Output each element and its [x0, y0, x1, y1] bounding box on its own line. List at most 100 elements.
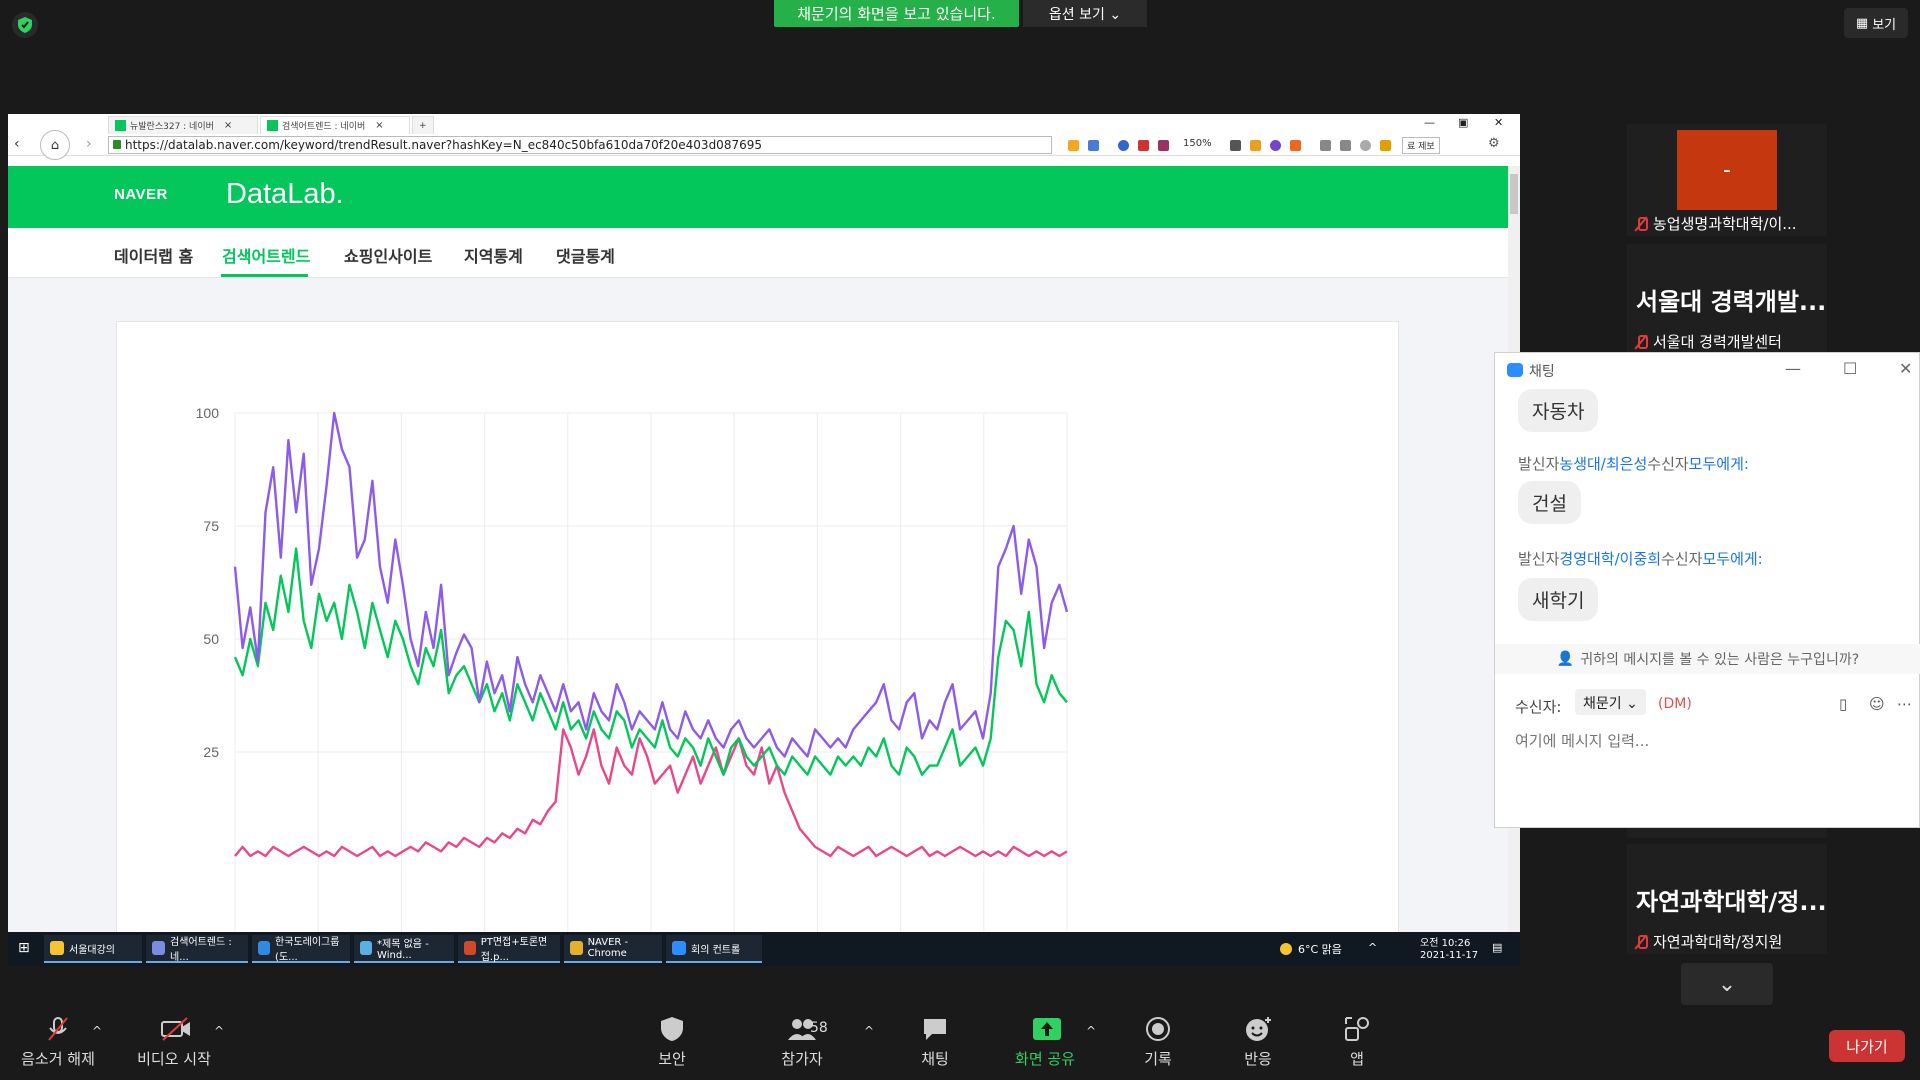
security-button[interactable]: 보안 [622, 1016, 722, 1069]
view-layout-button[interactable]: ▦ 보기 [1844, 8, 1908, 38]
tab-label: 뉴발란스327 : 네이버 [130, 122, 214, 132]
taskbar-app-label: *제목 없음 - Wind... [377, 939, 429, 961]
close-tab-icon[interactable]: × [224, 120, 232, 131]
chat-close-icon[interactable]: ✕ [1899, 359, 1912, 378]
gallery-scroll-down-button[interactable]: ⌄ [1681, 963, 1773, 1005]
extension-icon[interactable] [1088, 140, 1099, 151]
taskbar-app-label: 서울대강의 [69, 944, 115, 956]
notification-icon[interactable]: ▤ [1492, 941, 1502, 954]
taskbar-app-item[interactable]: *제목 없음 - Wind... [354, 935, 454, 963]
taskbar-app-label: 검색어트렌드 : 네... [170, 937, 232, 963]
address-bar[interactable]: https://datalab.naver.com/keyword/trendR… [108, 136, 1052, 154]
adblock-icon[interactable] [1270, 140, 1281, 151]
report-button[interactable]: 료 제보 [1402, 137, 1440, 154]
minimize-icon[interactable]: — [1424, 116, 1435, 129]
home-icon[interactable]: ⌂ [40, 130, 70, 160]
share-screen-button[interactable]: 화면 공유 [995, 1016, 1095, 1069]
taskbar-app-item[interactable]: 한국도레이그룹(도... [252, 935, 350, 963]
participant-tile[interactable]: 서울대 경력개발... 서울대 경력개발센터 [1627, 244, 1827, 354]
security-shield-icon[interactable] [12, 12, 38, 38]
share-options-caret[interactable]: ^ [1086, 1024, 1096, 1038]
app-icon [152, 941, 166, 955]
clock-time[interactable]: 오전 10:26 [1420, 934, 1470, 949]
browser-tabstrip: 뉴발란스327 : 네이버 × 검색어트렌드 : 네이버 × + — ▣ ✕ [8, 114, 1520, 134]
video-off-icon [161, 1016, 190, 1042]
new-tab-button[interactable]: + [412, 116, 434, 134]
file-attach-icon[interactable]: ▯ [1839, 695, 1847, 713]
mic-muted-icon [1635, 334, 1648, 349]
browser-tab[interactable]: 뉴발란스327 : 네이버 × [108, 116, 258, 134]
taskbar-app-item[interactable]: 회의 컨트롤 [666, 935, 762, 963]
bookmark-star-icon[interactable] [1068, 140, 1079, 151]
browser-tab-active[interactable]: 검색어트렌드 : 네이버 × [260, 116, 410, 134]
save-icon[interactable] [1230, 140, 1241, 151]
chat-button[interactable]: 채팅 [885, 1016, 985, 1069]
apps-button[interactable]: 앱 [1307, 1016, 1407, 1069]
chat-message-input[interactable] [1515, 729, 1895, 753]
tab-label: 검색어트렌드 : 네이버 [282, 122, 366, 132]
nav-search-trend[interactable]: 검색어트렌드 [222, 243, 310, 267]
participant-count: 58 [810, 1020, 828, 1036]
more-options-icon[interactable]: ⋯ [1897, 695, 1912, 713]
windows-start-icon[interactable]: ⊞ [18, 940, 30, 956]
back-icon[interactable]: ‹ [14, 136, 20, 152]
close-window-icon[interactable]: ✕ [1494, 116, 1503, 129]
bookmark-icon[interactable] [1158, 140, 1169, 151]
nav-comment-stats[interactable]: 댓글통계 [556, 243, 615, 267]
screen-icon[interactable] [1320, 140, 1331, 151]
brush-icon[interactable] [1290, 140, 1301, 151]
chat-maximize-icon[interactable]: ☐ [1843, 359, 1857, 378]
settings-gear-icon[interactable]: ⚙ [1488, 136, 1500, 151]
chat-privacy-notice[interactable]: 👤 귀하의 메시지를 볼 수 있는 사람은 누구입니까? [1495, 644, 1920, 674]
nav-datalab-home[interactable]: 데이터랩 홈 [114, 243, 193, 267]
record-button[interactable]: 기록 [1108, 1016, 1208, 1069]
clock-date[interactable]: 2021-11-17 [1420, 950, 1478, 961]
participant-name: 서울대 경력개발센터 [1635, 331, 1782, 352]
view-options-button[interactable]: 옵션 보기 ⌄ [1023, 0, 1147, 27]
reactions-button[interactable]: 반응 [1208, 1016, 1308, 1069]
shared-browser-window: 뉴발란스327 : 네이버 × 검색어트렌드 : 네이버 × + — ▣ ✕ ‹… [8, 114, 1520, 966]
taskbar-app-item[interactable]: 서울대강의 [44, 935, 142, 963]
participants-options-caret[interactable]: ^ [864, 1024, 874, 1038]
globe-icon[interactable] [1360, 140, 1371, 151]
forward-icon[interactable]: › [86, 136, 92, 152]
weather-sun-icon [1280, 943, 1292, 955]
datalab-logo[interactable]: DataLab. [226, 178, 344, 211]
app-icon [464, 941, 476, 955]
datalab-subnav: 데이터랩 홈 검색어트렌드 쇼핑인사이트 지역통계 댓글통계 [8, 228, 1508, 278]
zoom-level[interactable]: 150% [1183, 138, 1212, 149]
naver-header: NAVER DataLab. [8, 166, 1508, 228]
video-options-caret[interactable]: ^ [214, 1024, 224, 1038]
participant-tile[interactable]: 자연과학대학/정... 자연과학대학/정지원 [1627, 844, 1827, 954]
y-tick-label: 75 [203, 518, 219, 534]
person-info-icon: 👤 [1556, 651, 1575, 667]
audio-options-caret[interactable]: ^ [92, 1024, 102, 1038]
naver-logo[interactable]: NAVER [114, 186, 168, 203]
apps-grid-icon[interactable] [1380, 140, 1391, 151]
weather-text[interactable]: 6°C 맑음 [1298, 941, 1342, 957]
nav-regional-stats[interactable]: 지역통계 [464, 243, 523, 267]
leave-meeting-button[interactable]: 나가기 [1829, 1030, 1905, 1062]
scrollbar-thumb[interactable] [1510, 174, 1518, 214]
emoji-icon[interactable]: ☺ [1869, 695, 1885, 713]
browser-navbar: ‹ ⌂ › https://datalab.naver.com/keyword/… [8, 130, 1520, 160]
maximize-icon[interactable]: ▣ [1458, 116, 1468, 129]
close-tab-icon[interactable]: × [375, 120, 383, 131]
history-icon[interactable] [1118, 140, 1129, 151]
participant-tile-partial[interactable] [1627, 828, 1827, 838]
code-icon[interactable] [1340, 140, 1351, 151]
participants-button[interactable]: 58 참가자 [752, 1016, 852, 1069]
recipient-select[interactable]: 채문기 ⌄ [1575, 689, 1646, 715]
calendar-icon[interactable] [1138, 140, 1149, 151]
taskbar-app-item[interactable]: 검색어트렌드 : 네... [146, 935, 248, 963]
tray-chevron-icon[interactable]: ^ [1368, 941, 1377, 954]
participant-tile[interactable]: - 농업생명과학대학/이... [1627, 124, 1827, 236]
taskbar-app-item[interactable]: NAVER - Chrome [564, 935, 662, 963]
start-video-button[interactable]: 비디오 시작 [124, 1016, 224, 1069]
chat-minimize-icon[interactable]: — [1785, 359, 1801, 378]
chat-message-bubble: 건설 [1518, 481, 1581, 524]
capture-icon[interactable] [1250, 140, 1261, 151]
nav-shopping-insight[interactable]: 쇼핑인사이트 [344, 243, 432, 267]
taskbar-app-item[interactable]: PT면접+토론면접.p... [458, 935, 560, 963]
mic-muted-icon [1635, 934, 1648, 949]
